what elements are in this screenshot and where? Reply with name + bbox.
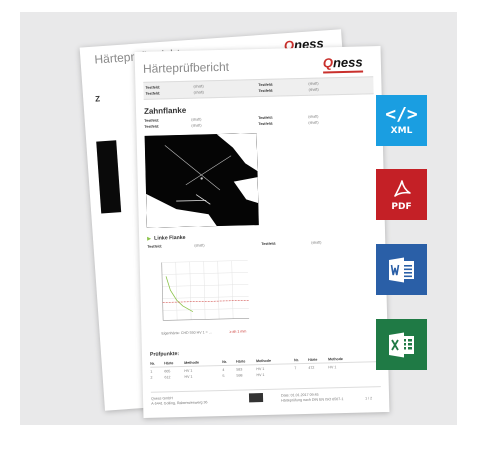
report-page-front: Härteprüfbericht Qness Testfeld: (shaft)…	[134, 46, 390, 418]
section-initial: Z	[94, 94, 101, 104]
hardness-chart-graphic	[161, 260, 250, 321]
table-title: Prüfpunkte:	[149, 351, 180, 358]
field-label: Testfeld:	[258, 115, 273, 121]
xml-export-button[interactable]: </> XML	[376, 95, 427, 146]
field-value: (shaft)	[191, 123, 202, 128]
field-label: Testfeld:	[144, 124, 160, 129]
field-value: (shaft)	[311, 240, 322, 245]
field-label: Testfeld:	[144, 118, 160, 123]
hardness-chart	[151, 254, 254, 327]
qness-logo: Qness	[323, 54, 363, 74]
footer-company: Qness GmbH	[150, 396, 173, 401]
section-title: Zahnflanke	[143, 105, 187, 116]
field-label: Testfeld:	[261, 241, 277, 247]
acrobat-icon	[393, 179, 411, 197]
report-meta-box: Testfeld: (shaft) Testfeld: (shaft) Test…	[143, 76, 374, 100]
field-value: (shaft)	[191, 117, 202, 122]
xml-label: XML	[390, 125, 413, 136]
subsection-title: Linke Flanke	[154, 234, 186, 242]
pdf-export-button[interactable]: PDF	[376, 169, 427, 220]
footer-divider	[150, 386, 381, 393]
micrograph-image	[144, 133, 259, 228]
bullet-icon	[147, 236, 152, 241]
chart-caption: Eigenhärte: CHD 550 HV 1 = ...	[161, 330, 212, 336]
footer-address: A-5441 Golling, Rabenwieswerg 36	[151, 400, 208, 406]
word-icon	[388, 257, 414, 282]
word-export-button[interactable]	[376, 244, 427, 295]
field-label: Testfeld:	[258, 121, 274, 127]
micrograph-graphic	[144, 133, 259, 228]
field-value: (shaft)	[308, 120, 319, 125]
excel-export-button[interactable]	[376, 319, 427, 370]
footer-logo-icon	[248, 393, 264, 403]
field-value: (shaft)	[308, 114, 319, 119]
field-value: (shaft)	[194, 243, 205, 248]
pdf-label: PDF	[391, 201, 412, 212]
field-label: Testfeld:	[147, 244, 163, 249]
footer-standard: Härteprüfung nach DIN EN ISO 6507-1	[281, 397, 344, 403]
excel-icon	[388, 332, 414, 357]
back-photo-edge	[96, 140, 122, 214]
code-icon: </>	[385, 103, 418, 125]
chart-caption-limit: ≥ ah 1 mm	[229, 329, 247, 334]
footer-page-number: 1 / 2	[365, 396, 373, 401]
report-title: Härteprüfbericht	[142, 59, 230, 76]
